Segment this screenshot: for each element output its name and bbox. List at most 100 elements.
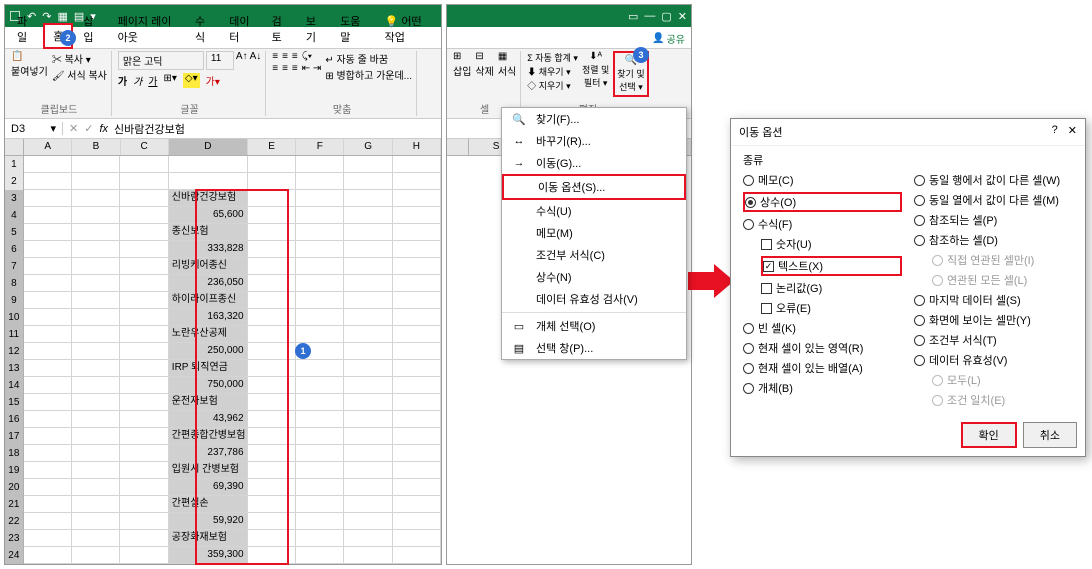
radio-option[interactable]: 동일 열에서 값이 다른 셀(M) <box>914 192 1073 208</box>
cell[interactable] <box>296 445 344 462</box>
cell[interactable] <box>344 224 392 241</box>
radio-option[interactable]: 현재 셀이 있는 배열(A) <box>743 360 902 376</box>
menu-item[interactable]: 데이터 유효성 검사(V) <box>502 288 686 310</box>
cell[interactable] <box>344 241 392 258</box>
menu-item[interactable]: 조건부 서식(C) <box>502 244 686 266</box>
cell[interactable] <box>24 428 72 445</box>
cell[interactable] <box>296 156 344 173</box>
cell[interactable] <box>344 173 392 190</box>
cell[interactable] <box>120 258 168 275</box>
cell[interactable] <box>393 496 441 513</box>
cell[interactable] <box>393 479 441 496</box>
format-painter-button[interactable]: 🖌 서식 복사 <box>52 67 107 82</box>
cell[interactable] <box>120 496 168 513</box>
redo-icon[interactable]: ↷ <box>42 10 51 23</box>
cell[interactable] <box>344 479 392 496</box>
row-header[interactable]: 5 <box>5 224 24 241</box>
align-middle-icon[interactable]: ≡ <box>282 51 288 62</box>
menu-item[interactable]: 수식(U) <box>502 200 686 222</box>
cell[interactable] <box>344 428 392 445</box>
row-header[interactable]: 2 <box>5 173 24 190</box>
insert-cell-button[interactable]: ⊞삽입 <box>453 51 471 78</box>
checkbox-option[interactable]: 오류(E) <box>761 300 902 316</box>
cell[interactable] <box>24 190 72 207</box>
shrink-font-icon[interactable]: A↓ <box>250 51 262 70</box>
col-header[interactable]: E <box>248 139 296 155</box>
row-header[interactable]: 20 <box>5 479 24 496</box>
cell[interactable] <box>120 343 168 360</box>
align-left-icon[interactable]: ≡ <box>272 63 278 74</box>
cell[interactable] <box>24 479 72 496</box>
col-header[interactable]: G <box>344 139 392 155</box>
cell[interactable] <box>344 496 392 513</box>
cell[interactable] <box>24 156 72 173</box>
row-header[interactable]: 13 <box>5 360 24 377</box>
cell[interactable] <box>393 207 441 224</box>
cancel-icon[interactable]: ✕ <box>69 122 78 135</box>
checkbox-option[interactable]: 숫자(U) <box>761 236 902 252</box>
cell[interactable] <box>393 530 441 547</box>
autosum-button[interactable]: Σ 자동 합계 ▾ <box>527 51 578 64</box>
sort-filter-button[interactable]: ⬇ᴬ정렬 및필터 ▾ <box>582 51 609 89</box>
cell[interactable] <box>296 394 344 411</box>
cell[interactable] <box>120 275 168 292</box>
radio-option[interactable]: 데이터 유효성(V) <box>914 352 1073 368</box>
cell[interactable] <box>248 156 296 173</box>
cell[interactable] <box>72 360 120 377</box>
close-icon[interactable]: ✕ <box>1068 124 1077 140</box>
row-header[interactable]: 17 <box>5 428 24 445</box>
cell[interactable] <box>296 360 344 377</box>
cell[interactable] <box>296 530 344 547</box>
cell[interactable] <box>393 258 441 275</box>
cell[interactable] <box>393 343 441 360</box>
row-header[interactable]: 12 <box>5 343 24 360</box>
tab-review[interactable]: 검토 <box>264 10 296 48</box>
maximize-icon[interactable]: ▢ <box>661 10 671 23</box>
col-header[interactable]: F <box>296 139 344 155</box>
cancel-button[interactable]: 취소 <box>1023 422 1077 448</box>
worksheet[interactable]: A B C D E F G H 123신바람건강보험465,6005종신보험63… <box>5 139 441 564</box>
row-header[interactable]: 7 <box>5 258 24 275</box>
close-icon[interactable]: ✕ <box>678 10 687 23</box>
radio-option[interactable]: 조건부 서식(T) <box>914 332 1073 348</box>
cell[interactable] <box>169 156 248 173</box>
cell[interactable] <box>393 428 441 445</box>
cell[interactable] <box>344 207 392 224</box>
cell[interactable] <box>72 445 120 462</box>
align-bottom-icon[interactable]: ≡ <box>292 51 298 62</box>
cell[interactable] <box>24 462 72 479</box>
cell[interactable] <box>296 173 344 190</box>
cell[interactable] <box>344 547 392 564</box>
cell[interactable] <box>24 224 72 241</box>
cell[interactable] <box>393 224 441 241</box>
cell[interactable] <box>120 241 168 258</box>
name-box[interactable]: D3▾ <box>5 122 63 135</box>
menu-item[interactable]: 상수(N) <box>502 266 686 288</box>
cell[interactable] <box>296 309 344 326</box>
delete-cell-button[interactable]: ⊟삭제 <box>475 51 493 78</box>
cell[interactable] <box>344 326 392 343</box>
cell[interactable] <box>296 411 344 428</box>
radio-option[interactable]: 수식(F) <box>743 216 902 232</box>
radio-option[interactable]: 마지막 데이터 셀(S) <box>914 292 1073 308</box>
cell[interactable] <box>120 530 168 547</box>
radio-option[interactable]: 상수(O) <box>743 192 902 212</box>
cell[interactable] <box>344 343 392 360</box>
cell[interactable] <box>296 207 344 224</box>
cell[interactable] <box>393 292 441 309</box>
radio-option[interactable]: 빈 셀(K) <box>743 320 902 336</box>
fill-color-button[interactable]: ◇▾ <box>183 73 200 88</box>
cell[interactable] <box>72 479 120 496</box>
cell[interactable] <box>393 241 441 258</box>
cell[interactable] <box>344 530 392 547</box>
search-box[interactable]: 💡 어떤 작업 <box>377 10 441 48</box>
cell[interactable] <box>120 377 168 394</box>
cell[interactable] <box>296 377 344 394</box>
cell[interactable] <box>72 190 120 207</box>
wrap-text-button[interactable]: ↵ 자동 줄 바꿈 <box>325 51 412 66</box>
cell[interactable] <box>72 258 120 275</box>
cell[interactable] <box>72 411 120 428</box>
radio-option[interactable]: 메모(C) <box>743 172 902 188</box>
cell[interactable] <box>72 275 120 292</box>
radio-option[interactable]: 참조하는 셀(D) <box>914 232 1073 248</box>
